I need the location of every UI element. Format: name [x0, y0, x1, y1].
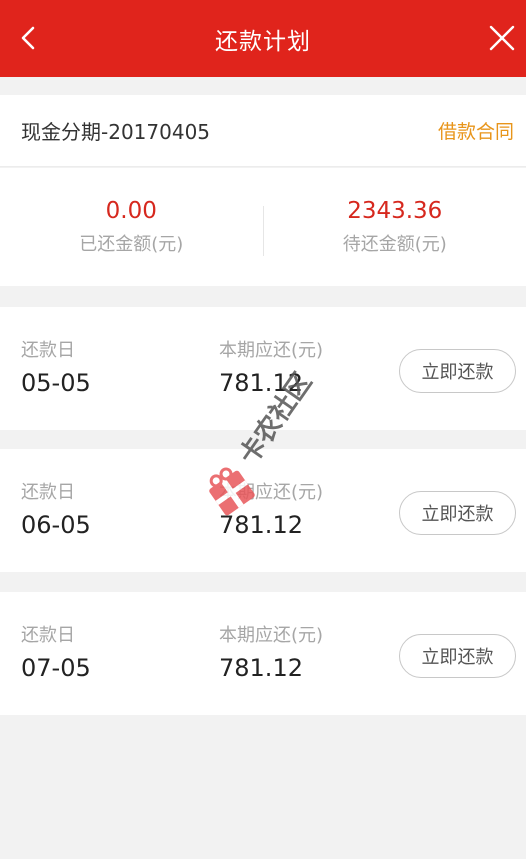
repaid-amount-value: 0.00 — [105, 198, 157, 224]
repaid-amount-block: 0.00 已还金额(元) — [0, 168, 263, 286]
pay-now-button[interactable]: 立即还款 — [399, 491, 516, 535]
plan-card: 还款日 06-05 本期应还(元) 781.12 立即还款 — [0, 449, 526, 572]
loan-info-row: 现金分期-20170405 借款合同 — [0, 95, 526, 167]
back-button[interactable] — [14, 24, 42, 52]
loan-name: 现金分期-20170405 — [21, 120, 211, 144]
top-nav-bar: 还款计划 — [0, 0, 526, 77]
due-date-value: 06-05 — [21, 511, 91, 539]
pending-amount-block: 2343.36 待还金额(元) — [264, 168, 526, 286]
due-date-label: 还款日 — [21, 340, 75, 361]
due-date-value: 07-05 — [21, 654, 91, 682]
repaid-amount-label: 已还金额(元) — [79, 234, 184, 255]
due-date-label: 还款日 — [21, 482, 75, 503]
page-title: 还款计划 — [215, 28, 311, 55]
amount-summary: 0.00 已还金额(元) 2343.36 待还金额(元) — [0, 168, 526, 286]
installment-amount-value: 781.12 — [219, 511, 303, 539]
loan-contract-link[interactable]: 借款合同 — [438, 117, 514, 144]
due-date-label: 还款日 — [21, 625, 75, 646]
pay-now-button[interactable]: 立即还款 — [399, 634, 516, 678]
close-icon — [489, 25, 515, 51]
close-button[interactable] — [486, 22, 518, 54]
installment-amount-value: 781.12 — [219, 654, 303, 682]
plan-card: 还款日 07-05 本期应还(元) 781.12 立即还款 — [0, 592, 526, 715]
pending-amount-label: 待还金额(元) — [342, 234, 447, 255]
pending-amount-value: 2343.36 — [347, 198, 443, 224]
installment-amount-label: 本期应还(元) — [219, 482, 324, 503]
installment-amount-value: 781.12 — [219, 369, 303, 397]
due-date-value: 05-05 — [21, 369, 91, 397]
installment-amount-label: 本期应还(元) — [219, 340, 324, 361]
plan-card: 还款日 05-05 本期应还(元) 781.12 立即还款 — [0, 307, 526, 430]
pay-now-button[interactable]: 立即还款 — [399, 349, 516, 393]
installment-amount-label: 本期应还(元) — [219, 625, 324, 646]
chevron-left-icon — [21, 26, 35, 50]
